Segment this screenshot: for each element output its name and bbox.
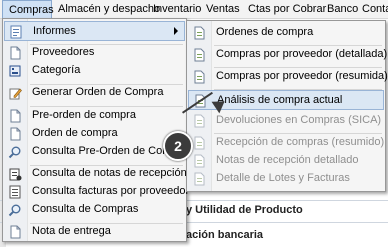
background-label: ación bancaria: [186, 229, 264, 241]
menu-item-label: Compras por proveedor (resumida): [216, 70, 388, 82]
menu-ventas[interactable]: Ventas: [206, 0, 240, 18]
submenu-item-devoluciones-compras[interactable]: Devoluciones en Compras (SICA): [188, 111, 384, 131]
compras-dropdown-menu: Informes Proveedores Categoría Generar O…: [2, 18, 189, 242]
menu-almacen-despacho[interactable]: Almacén y despacho: [58, 0, 160, 18]
menu-item-label: Consulta de Compras: [32, 203, 139, 215]
submenu-item-ordenes-compra[interactable]: Ordenes de compra: [188, 23, 384, 43]
invoice-icon: [9, 185, 21, 199]
menu-item-consulta-pre-orden[interactable]: Consulta Pre-Orden de Compra: [4, 142, 187, 162]
menu-item-label: Ordenes de compra: [216, 26, 314, 38]
menu-item-label: Informes: [33, 25, 76, 37]
menu-item-label: Análisis de compra actual: [217, 94, 343, 106]
document-icon: [10, 46, 21, 60]
menu-item-generar-orden-compra[interactable]: Generar Orden de Compra: [4, 83, 185, 103]
menu-item-label: Notas de recepción detallado: [216, 154, 359, 166]
menu-item-orden-compra[interactable]: Orden de compra: [4, 124, 185, 144]
receipt-icon: [9, 168, 22, 181]
menu-item-label: Categoría: [32, 64, 81, 76]
submenu-item-compras-proveedor-resumida[interactable]: Compras por proveedor (resumida): [188, 67, 388, 87]
submenu-item-detalle-lotes-facturas[interactable]: Detalle de Lotes y Facturas: [188, 169, 384, 189]
report-icon: [10, 25, 22, 39]
menu-item-label: Nota de entrega: [32, 225, 111, 237]
report-icon: [194, 26, 205, 40]
menu-item-label: Consulta de notas de recepción: [32, 167, 187, 179]
document-icon: [10, 127, 21, 141]
report-icon: [194, 136, 205, 150]
search-icon: [8, 146, 21, 159]
report-icon: [194, 172, 205, 186]
menu-conta[interactable]: Conta: [362, 0, 388, 18]
search-icon: [8, 204, 21, 217]
menu-item-nota-entrega[interactable]: Nota de entrega: [4, 222, 185, 242]
menu-ctas-por-cobrar[interactable]: Ctas por Cobrar: [248, 0, 326, 18]
menu-inventario[interactable]: Inventario: [153, 0, 201, 18]
menu-item-consulta-facturas-proveedor[interactable]: Consulta facturas por proveedor: [4, 182, 189, 202]
menu-item-label: Proveedores: [32, 46, 95, 58]
document-icon: [10, 109, 21, 123]
menu-item-label: Consulta facturas por proveedor: [32, 185, 190, 197]
menu-compras[interactable]: Compras: [2, 0, 54, 18]
menu-item-informes[interactable]: Informes: [4, 21, 185, 41]
report-icon: [194, 114, 205, 128]
submenu-item-compras-proveedor-detallada[interactable]: Compras por proveedor (detallada): [188, 45, 388, 65]
menu-item-label: Orden de compra: [32, 127, 118, 139]
submenu-arrow-icon: [174, 27, 178, 35]
menu-item-label: Detalle de Lotes y Facturas: [216, 172, 350, 184]
category-icon: [9, 65, 21, 77]
background-label: y Utilidad de Producto: [186, 204, 303, 216]
menu-item-label: Compras por proveedor (detallada): [216, 48, 388, 60]
menu-banco[interactable]: Banco: [327, 0, 358, 18]
document-icon: [10, 225, 21, 239]
submenu-item-notas-recepcion-detallado[interactable]: Notas de recepción detallado: [188, 151, 384, 171]
report-icon: [194, 48, 205, 62]
pencil-icon: [9, 88, 22, 100]
report-icon: [194, 70, 205, 84]
report-icon: [194, 154, 205, 168]
menu-item-categoria[interactable]: Categoría: [4, 61, 185, 81]
menu-item-label: Pre-orden de compra: [32, 109, 136, 121]
menu-item-proveedores[interactable]: Proveedores: [4, 43, 185, 63]
menu-item-consulta-notas-recepcion[interactable]: Consulta de notas de recepción: [4, 164, 187, 184]
step-callout: 2: [163, 131, 193, 161]
menu-bar: Compras Almacén y despacho Inventario Ve…: [0, 0, 388, 19]
menu-item-label: Devoluciones en Compras (SICA): [216, 114, 382, 126]
menu-item-label: Recepción de compras (resumido): [216, 136, 385, 148]
submenu-item-recepcion-compras-resumido[interactable]: Recepción de compras (resumido): [188, 133, 384, 153]
menu-item-label: Generar Orden de Compra: [32, 86, 164, 98]
menu-item-consulta-compras[interactable]: Consulta de Compras: [4, 200, 185, 220]
menu-item-pre-orden-compra[interactable]: Pre-orden de compra: [4, 106, 185, 126]
